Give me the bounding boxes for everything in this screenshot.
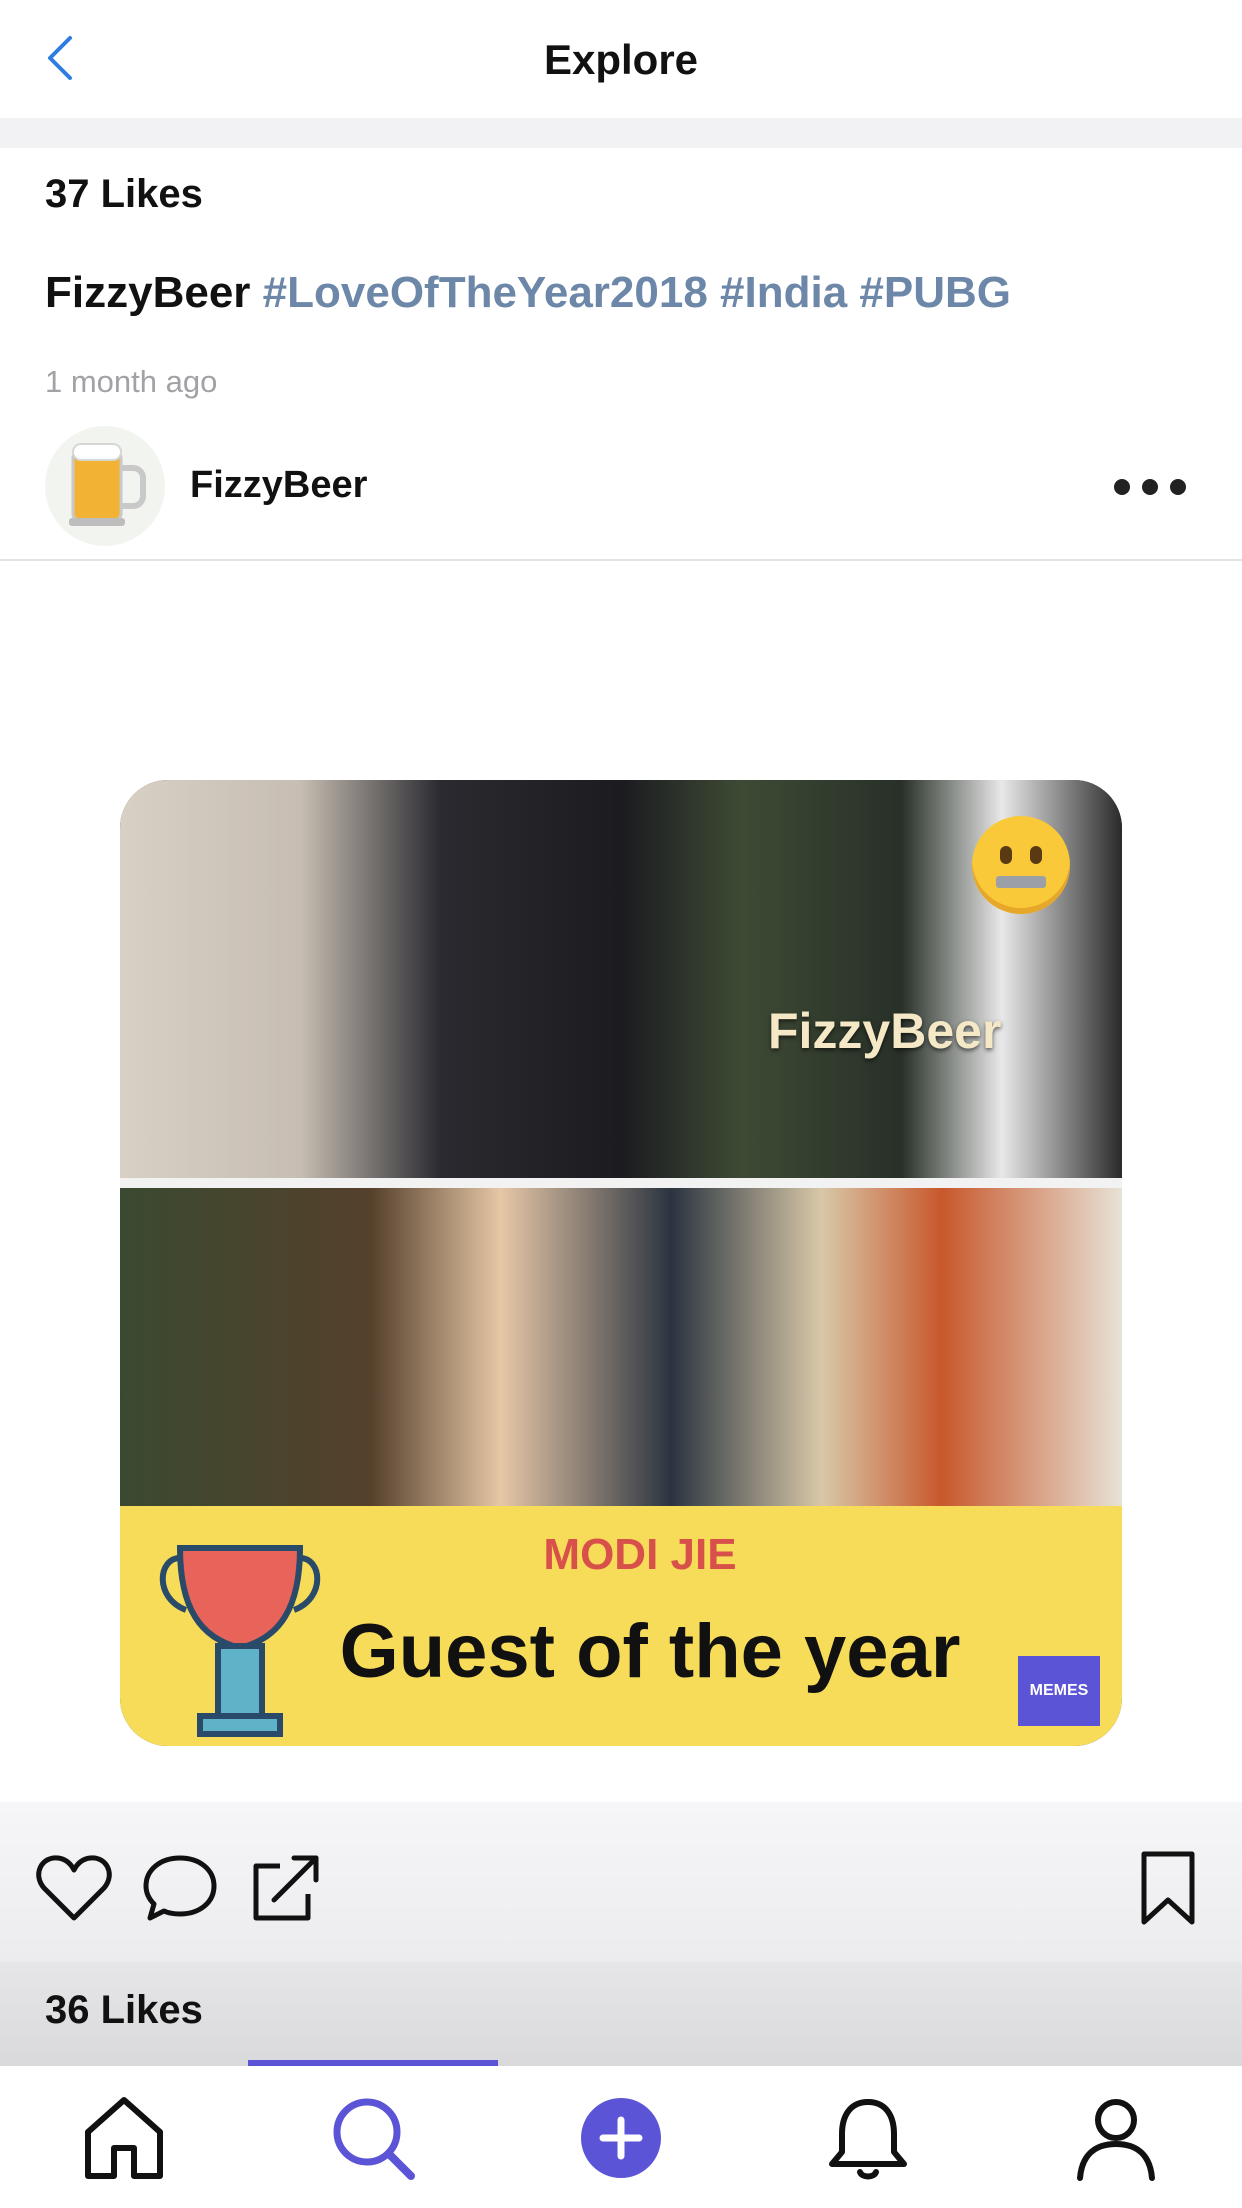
avatar[interactable] — [45, 426, 165, 546]
meme-photo-top — [120, 780, 1122, 1178]
meme-photo-bottom — [120, 1188, 1122, 1506]
image-watermark: FizzyBeer — [768, 1003, 1002, 1059]
zipper-mouth-emoji-icon — [972, 816, 1070, 914]
share-external-icon — [253, 1855, 319, 1921]
previous-post-likes[interactable]: 37 Likes — [45, 172, 203, 217]
bookmark-icon — [1141, 1851, 1195, 1925]
share-button[interactable] — [246, 1848, 326, 1928]
plus-circle-icon — [581, 2098, 661, 2178]
meme-panel-gap — [120, 1178, 1122, 1188]
post-caption: FizzyBeer #LoveOfTheYear2018 #India #PUB… — [45, 268, 1011, 318]
like-button[interactable] — [34, 1848, 114, 1928]
post-image[interactable]: FizzyBeer MODI JIE Guest of the year MEM… — [120, 780, 1122, 1746]
bell-icon — [829, 2099, 907, 2180]
search-icon — [333, 2098, 415, 2180]
likes-count[interactable]: 36 Likes — [45, 1988, 203, 2033]
emoji-eye — [1000, 846, 1012, 864]
section-separator — [0, 118, 1242, 148]
beer-mug-icon — [69, 443, 146, 526]
profile-icon — [1077, 2099, 1155, 2181]
memes-logo: MEMES — [1018, 1656, 1100, 1726]
more-options-button[interactable] — [1110, 470, 1190, 504]
tab-notifications[interactable] — [818, 2088, 918, 2188]
banner-subtitle: MODI JIE — [543, 1530, 737, 1579]
active-tab-indicator — [248, 2060, 498, 2066]
heart-icon — [36, 1855, 112, 1921]
emoji-zipper — [996, 876, 1046, 888]
page-title: Explore — [543, 36, 699, 83]
comment-button[interactable] — [140, 1848, 220, 1928]
trophy-icon — [159, 1545, 321, 1737]
tab-search[interactable] — [323, 2088, 423, 2188]
nav-header: Explore — [0, 0, 1242, 118]
tab-home[interactable] — [74, 2088, 174, 2188]
home-icon — [85, 2097, 163, 2179]
caption-username[interactable]: FizzyBeer — [45, 268, 250, 317]
emoji-eye — [1030, 846, 1042, 864]
post-timestamp: 1 month ago — [45, 364, 218, 399]
hashtag[interactable]: #PUBG — [859, 268, 1011, 317]
hashtag[interactable]: #India — [720, 268, 847, 317]
banner-title: Guest of the year — [339, 1609, 961, 1694]
hashtag[interactable]: #LoveOfTheYear2018 — [263, 268, 708, 317]
divider — [0, 559, 1242, 561]
more-horizontal-icon — [1114, 479, 1186, 495]
tab-profile[interactable] — [1066, 2088, 1166, 2188]
tab-create[interactable] — [571, 2088, 671, 2188]
explore-screen: Explore 37 Likes FizzyBeer #LoveOfTheYea… — [0, 0, 1242, 2208]
comment-bubble-icon — [143, 1855, 217, 1921]
post-username[interactable]: FizzyBeer — [190, 464, 367, 507]
bookmark-button[interactable] — [1128, 1848, 1208, 1928]
